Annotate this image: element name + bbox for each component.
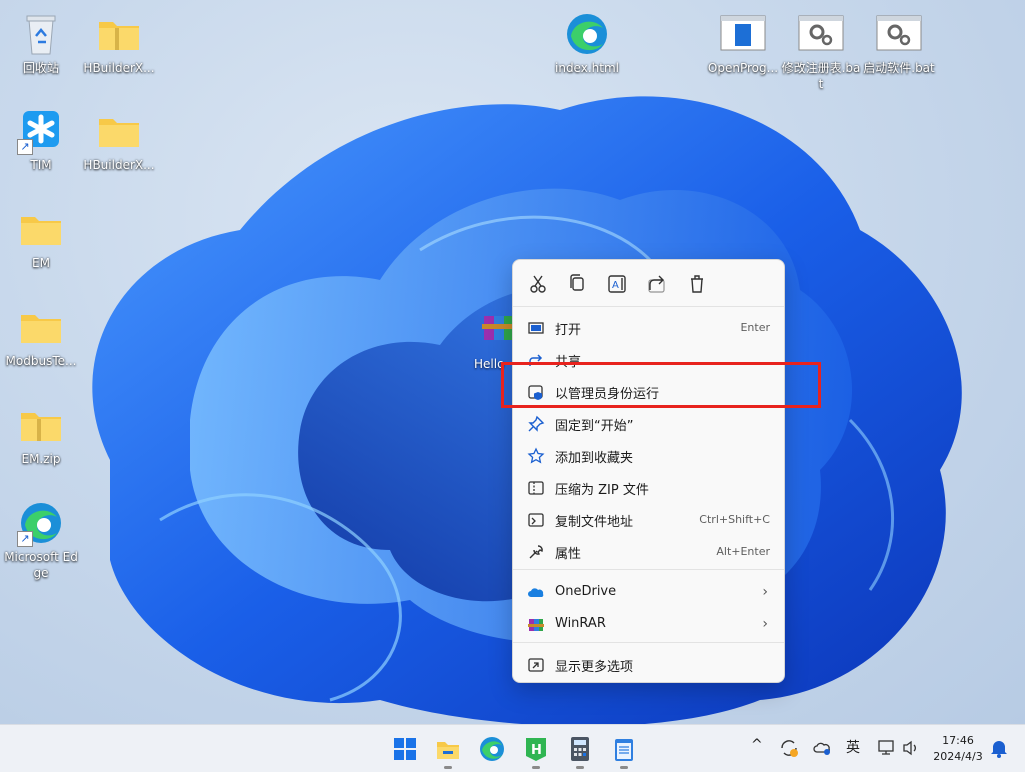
svg-text:A: A — [612, 280, 619, 291]
wrench-icon — [527, 543, 545, 561]
open-icon — [527, 319, 545, 337]
start-icon[interactable] — [391, 735, 419, 763]
tim-icon: ↗ — [17, 107, 65, 155]
rename-icon[interactable]: A — [604, 272, 630, 296]
cut-icon[interactable] — [525, 272, 551, 296]
clock-date: 2024/4/3 — [933, 750, 983, 763]
folder-icon — [17, 205, 65, 253]
recycle-bin-icon — [17, 10, 65, 58]
copy-icon[interactable] — [564, 272, 590, 296]
network-icon[interactable] — [876, 737, 898, 759]
edit-registry-bat-desktop-icon[interactable]: 修改注册表.bat — [781, 10, 861, 92]
menu-separator — [513, 642, 784, 643]
clock-time: 17:46 — [942, 734, 974, 747]
selected-file-label: Hello — [474, 357, 505, 371]
volume-icon[interactable] — [900, 737, 922, 759]
hbuilderx-icon[interactable]: H — [522, 735, 550, 769]
desktop-icon-label: TIM — [30, 158, 52, 172]
shortcut-arrow-icon: ↗ — [17, 139, 33, 155]
batch-file-gear-icon — [875, 10, 923, 58]
desktop-icon-label: 回收站 — [22, 61, 59, 75]
edge-icon: ↗ — [17, 499, 65, 547]
desktop-icon-label: HBuilderX... — [83, 158, 155, 172]
desktop-icon-label: EM.zip — [21, 452, 61, 466]
desktop-icon-label: 启动软件.bat — [863, 61, 935, 75]
chevron-right-icon: › — [762, 616, 768, 632]
running-indicator — [532, 766, 540, 769]
file-explorer-icon[interactable] — [434, 735, 462, 769]
batch-file-gear-icon — [797, 10, 845, 58]
desktop-icon-label: HBuilderX... — [83, 61, 155, 75]
menu-item-compress-zip[interactable]: 压缩为 ZIP 文件 — [513, 472, 784, 502]
menu-item-winrar[interactable]: WinRAR › — [513, 609, 784, 639]
share-icon — [527, 351, 545, 369]
star-icon — [527, 447, 545, 465]
zip-icon — [527, 479, 545, 497]
edge-icon — [563, 10, 611, 58]
running-indicator — [444, 766, 452, 769]
edge-icon[interactable] — [478, 735, 506, 763]
menu-separator — [513, 569, 784, 570]
desktop-icon-label: 修改注册表.bat — [781, 61, 861, 91]
hbuilderx-zip-desktop-icon[interactable]: HBuilderX... — [79, 10, 159, 76]
tim-desktop-icon[interactable]: ↗ TIM — [1, 107, 81, 173]
folder-icon — [17, 303, 65, 351]
menu-item-show-more-options[interactable]: 显示更多选项 — [513, 649, 784, 679]
taskbar: H ^ 英 17:46 2024/4/3 — [0, 724, 1025, 772]
context-menu-toolbar: A — [513, 260, 786, 306]
share-icon[interactable] — [644, 272, 670, 296]
menu-item-copy-path[interactable]: 复制文件地址 Ctrl+Shift+C — [513, 504, 784, 534]
folder-icon — [95, 107, 143, 155]
modbus-folder-desktop-icon[interactable]: ModbusTe... — [1, 303, 81, 369]
menu-item-run-as-admin[interactable]: 以管理员身份运行 — [513, 376, 784, 406]
chevron-right-icon: › — [762, 584, 768, 600]
onedrive-tray-icon[interactable] — [812, 737, 834, 759]
launch-software-bat-desktop-icon[interactable]: 启动软件.bat — [859, 10, 939, 76]
menu-item-add-favorites[interactable]: 添加到收藏夹 — [513, 440, 784, 470]
menu-item-share[interactable]: 共享 — [513, 344, 784, 374]
sync-status-icon[interactable] — [778, 737, 800, 759]
svg-text:H: H — [531, 743, 542, 758]
calculator-icon[interactable] — [566, 735, 594, 769]
shortcut-arrow-icon: ↗ — [17, 531, 33, 547]
desktop-icon-label: ModbusTe... — [5, 354, 77, 368]
context-menu: A 打开 Enter 共享 以管理员身份运行 固定到“开始” 添加到收藏夹 压缩… — [512, 259, 785, 683]
menu-item-properties[interactable]: 属性 Alt+Enter — [513, 536, 784, 566]
winrar-archive-icon[interactable] — [480, 306, 514, 346]
hbuilderx-folder-desktop-icon[interactable]: HBuilderX... — [79, 107, 159, 173]
menu-item-open[interactable]: 打开 Enter — [513, 312, 784, 342]
zip-folder-icon — [95, 10, 143, 58]
menu-separator — [513, 306, 784, 307]
clock[interactable]: 17:46 2024/4/3 — [930, 733, 986, 765]
edge-desktop-icon[interactable]: ↗ Microsoft Edge — [1, 499, 81, 581]
desktop-icon-label: OpenProg... — [707, 61, 779, 75]
desktop-icon-label: index.html — [555, 61, 619, 75]
em-folder-desktop-icon[interactable]: EM — [1, 205, 81, 271]
menu-item-onedrive[interactable]: OneDrive › — [513, 577, 784, 607]
pin-icon — [527, 415, 545, 433]
show-hidden-icons-chevron[interactable]: ^ — [751, 737, 763, 753]
onedrive-icon — [527, 584, 545, 602]
desktop-icon-label: EM — [32, 256, 50, 270]
application-window-icon — [719, 10, 767, 58]
notification-bell-icon[interactable] — [988, 737, 1010, 759]
index-html-desktop-icon[interactable]: index.html — [547, 10, 627, 76]
zip-folder-icon — [17, 401, 65, 449]
running-indicator — [620, 766, 628, 769]
desktop-icon-label: Microsoft Edge — [4, 550, 78, 580]
delete-icon[interactable] — [684, 272, 710, 296]
copy-path-icon — [527, 511, 545, 529]
recycle-bin-desktop-icon[interactable]: 回收站 — [1, 10, 81, 76]
shield-icon — [527, 383, 545, 401]
notepad-icon[interactable] — [610, 735, 638, 769]
menu-item-pin-to-start[interactable]: 固定到“开始” — [513, 408, 784, 438]
em-zip-desktop-icon[interactable]: EM.zip — [1, 401, 81, 467]
running-indicator — [576, 766, 584, 769]
input-method-indicator[interactable]: 英 — [846, 737, 860, 757]
openprog-desktop-icon[interactable]: OpenProg... — [703, 10, 783, 76]
more-options-icon — [527, 656, 545, 674]
winrar-icon — [527, 616, 545, 634]
